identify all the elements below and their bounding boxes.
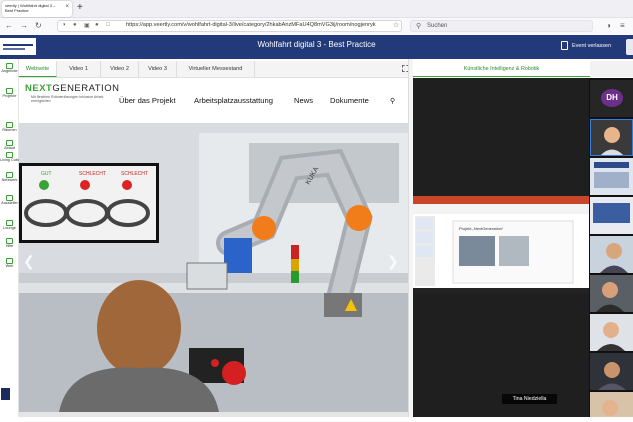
sidebar-item[interactable]: Lounge: [0, 220, 19, 230]
sidebar-item[interactable]: Hilfe: [0, 238, 19, 248]
tab-webseite[interactable]: Webseite: [19, 61, 57, 77]
forward-icon[interactable]: →: [20, 21, 28, 30]
site-nav-item[interactable]: Über das Projekt: [119, 96, 176, 105]
browser-tab-title: veertly | Wohlfahrt digital 3 – Best Pra…: [5, 3, 56, 13]
participant-video: [590, 275, 633, 312]
screen-label-schlecht: SCHLECHT: [121, 171, 148, 177]
tab-video-3[interactable]: Video 3: [139, 61, 177, 77]
browser-tab-bar: veertly | Wohlfahrt digital 3 – Best Pra…: [0, 0, 633, 18]
horizontal-scrollbar[interactable]: [19, 412, 408, 417]
sidebar-item[interactable]: Projekte: [0, 88, 19, 98]
embedded-website: NEXTGENERATION Mit flexiblen Roboterlösu…: [19, 78, 408, 412]
browser-nav-bar: ← → ↻ ◑ ● ▣ ● □ https://app.veertly.com/…: [0, 18, 633, 34]
url-text: https://app.veertly.com/v/wohlfahrt-digi…: [126, 22, 376, 28]
participant-tile[interactable]: DH: [590, 80, 633, 117]
back-icon[interactable]: ←: [5, 21, 13, 30]
mic-icon: ●: [95, 22, 99, 28]
participant-tile[interactable]: [590, 314, 633, 351]
right-tab-spacer: [590, 61, 633, 77]
shared-slide-title: Projekt „NextGeneration“: [459, 226, 504, 231]
site-logo[interactable]: NEXTGENERATION: [25, 83, 119, 94]
sidebar-item[interactable]: Aussteller: [0, 195, 19, 205]
carousel-prev-icon[interactable]: ❮: [23, 253, 35, 270]
site-search-icon[interactable]: ⚲: [390, 97, 395, 105]
site-nav-item[interactable]: News: [294, 96, 313, 105]
participant-tile[interactable]: [590, 392, 633, 417]
search-placeholder: Suchen: [427, 23, 448, 29]
new-tab-button[interactable]: +: [77, 2, 83, 13]
site-nav-item[interactable]: Dokumente: [330, 96, 369, 105]
sidebar-item[interactable]: Web: [0, 258, 19, 268]
participant-video: [590, 392, 633, 417]
lock-icon: ●: [73, 22, 77, 28]
speaker-name-label: Tina Niedziella: [502, 394, 557, 404]
participant-initials-avatar: DH: [601, 89, 623, 107]
event-header: Wohlfahrt digital 3 - Best Practice Even…: [0, 35, 633, 59]
close-tab-icon[interactable]: ×: [65, 4, 69, 10]
browser-tab[interactable]: veertly | Wohlfahrt digital 3 – Best Pra…: [2, 1, 72, 17]
sidebar-item[interactable]: Netzwerk: [0, 172, 19, 182]
participant-tile-active[interactable]: [590, 119, 633, 156]
participant-video: [590, 314, 633, 351]
search-icon: ⚲: [416, 23, 422, 30]
url-bar[interactable]: ◑ ● ▣ ● □ https://app.veertly.com/v/wohl…: [57, 20, 402, 32]
event-title: Wohlfahrt digital 3 - Best Practice: [257, 40, 376, 49]
site-nav-item[interactable]: Arbeitsplatzausstattung: [194, 96, 273, 105]
search-field[interactable]: ⚲ Suchen: [410, 20, 593, 32]
reload-icon[interactable]: ↻: [35, 21, 42, 30]
sidebar-item[interactable]: Räumen: [0, 122, 19, 132]
site-tagline: Mit flexiblen Roboterlösungen inklusive …: [31, 95, 104, 103]
sidebar-bottom-button[interactable]: [1, 388, 10, 400]
leave-event-button[interactable]: Event verlassen: [572, 43, 611, 49]
camera-icon: ▣: [84, 23, 90, 29]
tab-virtueller-messestand[interactable]: Virtueller Messestand: [177, 61, 255, 77]
participant-tile[interactable]: [590, 158, 633, 195]
shield-toolbar-icon[interactable]: ◑: [606, 21, 611, 30]
sidebar-item[interactable]: Ablauf: [0, 140, 19, 150]
user-avatar[interactable]: [626, 39, 633, 55]
participant-tile[interactable]: [590, 353, 633, 390]
shared-screen: Projekt „NextGeneration“: [413, 196, 589, 294]
participant-tile[interactable]: [590, 236, 633, 273]
main-video-stream[interactable]: Projekt „NextGeneration“: [413, 78, 589, 417]
bookmark-star-icon[interactable]: ☆: [393, 21, 399, 29]
exit-door-icon[interactable]: [561, 41, 568, 50]
participant-video: [591, 120, 632, 155]
tab-video-2[interactable]: Video 2: [101, 61, 139, 77]
screen-label-schlecht: SCHLECHT: [79, 171, 106, 177]
carousel-next-icon[interactable]: ❯: [387, 253, 399, 270]
menu-icon[interactable]: ≡: [620, 21, 625, 30]
sidebar-item[interactable]: Angebote: [0, 63, 19, 73]
screen-share-icon: □: [106, 22, 110, 28]
participant-tile[interactable]: [590, 197, 633, 234]
participant-video: [590, 353, 633, 390]
screen-label-gut: GUT: [41, 171, 52, 177]
shield-icon: ◑: [62, 22, 66, 28]
participant-video: [590, 158, 633, 195]
sidebar-item[interactable]: Living Cube: [0, 152, 19, 162]
participant-video: [590, 236, 633, 273]
participant-tile[interactable]: [590, 275, 633, 312]
tab-video-1[interactable]: Video 1: [57, 61, 101, 77]
tab-kuenstliche-intelligenz[interactable]: Künstliche Intelligenz & Robotik: [413, 61, 590, 77]
hero-photo: GUT SCHLECHT SCHLECHT KUKA: [19, 123, 408, 412]
participant-video: [590, 197, 633, 234]
